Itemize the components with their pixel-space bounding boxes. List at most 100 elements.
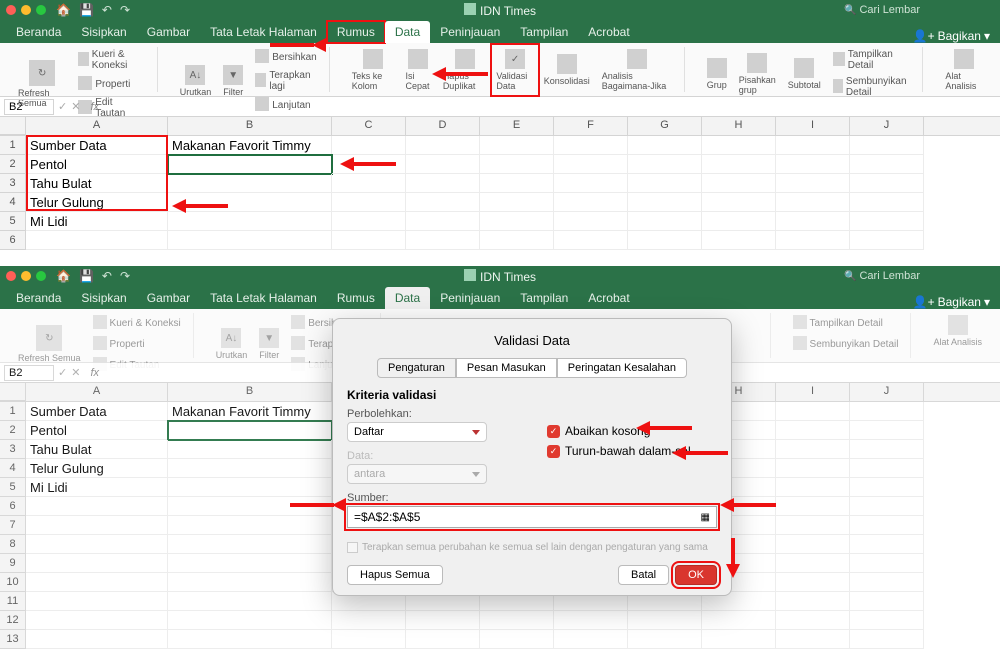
cell-A2[interactable]: Pentol bbox=[26, 155, 168, 174]
tab-tampilan[interactable]: Tampilan bbox=[510, 287, 578, 309]
share-button[interactable]: 👤+ Bagikan ▾ bbox=[913, 29, 990, 43]
search-box[interactable]: Cari Lembar bbox=[844, 270, 920, 282]
lanjutan-button[interactable]: Lanjutan bbox=[251, 95, 320, 115]
cell-A5[interactable]: Mi Lidi bbox=[26, 212, 168, 231]
sumber-label: Sumber: bbox=[347, 492, 717, 504]
minimize-window[interactable] bbox=[21, 5, 31, 15]
doc-title: IDN Times bbox=[464, 269, 536, 284]
bersihkan-button[interactable]: Bersihkan bbox=[251, 47, 320, 67]
dropdown-icon bbox=[472, 472, 480, 477]
col-B[interactable]: B bbox=[168, 117, 332, 135]
tab-tata-letak[interactable]: Tata Letak Halaman bbox=[200, 287, 327, 309]
isi-cepat-button[interactable]: Isi Cepat bbox=[401, 47, 434, 93]
pisahkan-button[interactable]: Pisahkan grup bbox=[735, 51, 780, 97]
home-icon[interactable]: 🏠 bbox=[56, 3, 71, 17]
perbolehkan-select[interactable]: Daftar bbox=[347, 422, 487, 442]
close-window[interactable] bbox=[6, 271, 16, 281]
tab-acrobat[interactable]: Acrobat bbox=[578, 287, 639, 309]
share-button[interactable]: 👤+ Bagikan ▾ bbox=[913, 295, 990, 309]
ribbon-tabs: Beranda Sisipkan Gambar Tata Letak Halam… bbox=[0, 20, 1000, 43]
name-box[interactable]: B2 bbox=[4, 365, 54, 381]
save-icon[interactable]: 💾 bbox=[79, 269, 94, 283]
dialog-tab-peringatan[interactable]: Peringatan Kesalahan bbox=[557, 358, 687, 378]
konsolidasi-button[interactable]: Konsolidasi bbox=[540, 52, 594, 88]
search-box[interactable]: Cari Lembar bbox=[844, 4, 920, 16]
range-picker-icon[interactable]: ▦ bbox=[701, 512, 710, 523]
tab-sisipkan[interactable]: Sisipkan bbox=[71, 21, 136, 43]
tab-peninjauan[interactable]: Peninjauan bbox=[430, 21, 510, 43]
col-A[interactable]: A bbox=[26, 383, 168, 401]
sumber-input[interactable]: =$A$2:$A$5▦ bbox=[347, 506, 717, 528]
col-E[interactable]: E bbox=[480, 117, 554, 135]
ok-button[interactable]: OK bbox=[675, 565, 717, 585]
teks-kolom-button[interactable]: Teks ke Kolom bbox=[348, 47, 398, 93]
col-J[interactable]: J bbox=[850, 383, 924, 401]
home-icon[interactable]: 🏠 bbox=[56, 269, 71, 283]
dialog-tab-pengaturan[interactable]: Pengaturan bbox=[377, 358, 456, 378]
properti-button[interactable]: Properti bbox=[74, 74, 148, 94]
undo-icon[interactable]: ↶ bbox=[102, 269, 112, 283]
cell-A4[interactable]: Telur Gulung bbox=[26, 193, 168, 212]
col-G[interactable]: G bbox=[628, 117, 702, 135]
cell-B1[interactable]: Makanan Favorit Timmy bbox=[168, 136, 332, 155]
col-J[interactable]: J bbox=[850, 117, 924, 135]
analisis-button[interactable]: Analisis Bagaimana-Jika bbox=[598, 47, 676, 93]
close-window[interactable] bbox=[6, 5, 16, 15]
cell-B2-selected[interactable] bbox=[168, 421, 332, 440]
cell-A1[interactable]: Sumber Data bbox=[26, 136, 168, 155]
maximize-window[interactable] bbox=[36, 5, 46, 15]
perbolehkan-label: Perbolehkan: bbox=[347, 408, 517, 420]
spreadsheet-top[interactable]: A B C D E F G H I J 1Sumber DataMakanan … bbox=[0, 117, 1000, 250]
tab-beranda[interactable]: Beranda bbox=[6, 21, 71, 43]
col-C[interactable]: C bbox=[332, 117, 406, 135]
validasi-data-button[interactable]: ✓Validasi Data bbox=[494, 47, 535, 93]
tab-sisipkan[interactable]: Sisipkan bbox=[71, 287, 136, 309]
fx-icon[interactable]: fx bbox=[90, 367, 99, 379]
abaikan-kosong-checkbox[interactable]: Abaikan kosong bbox=[547, 424, 717, 438]
cell-B2-selected[interactable] bbox=[168, 155, 332, 174]
col-I[interactable]: I bbox=[776, 383, 850, 401]
urutkan-button[interactable]: A↓Urutkan bbox=[176, 63, 216, 99]
col-H[interactable]: H bbox=[702, 117, 776, 135]
name-box[interactable]: B2 bbox=[4, 99, 54, 115]
dialog-tab-pesan-masukan[interactable]: Pesan Masukan bbox=[456, 358, 557, 378]
col-I[interactable]: I bbox=[776, 117, 850, 135]
tab-peninjauan[interactable]: Peninjauan bbox=[430, 287, 510, 309]
filter-button[interactable]: ▼Filter bbox=[219, 63, 247, 99]
tab-gambar[interactable]: Gambar bbox=[137, 21, 200, 43]
tab-acrobat[interactable]: Acrobat bbox=[578, 21, 639, 43]
tab-data[interactable]: Data bbox=[385, 21, 430, 43]
col-A[interactable]: A bbox=[26, 117, 168, 135]
tab-tata-letak[interactable]: Tata Letak Halaman bbox=[200, 21, 327, 43]
save-icon[interactable]: 💾 bbox=[79, 3, 94, 17]
tab-rumus[interactable]: Rumus bbox=[327, 287, 385, 309]
redo-icon[interactable]: ↷ bbox=[120, 3, 130, 17]
col-D[interactable]: D bbox=[406, 117, 480, 135]
data-label: Data: bbox=[347, 450, 517, 462]
batal-button[interactable]: Batal bbox=[618, 565, 669, 585]
redo-icon[interactable]: ↷ bbox=[120, 269, 130, 283]
tab-beranda[interactable]: Beranda bbox=[6, 287, 71, 309]
grup-button[interactable]: Grup bbox=[703, 56, 731, 92]
kueri-button[interactable]: Kueri & Koneksi bbox=[74, 47, 148, 73]
tampilkan-detail-button[interactable]: Tampilkan Detail bbox=[829, 47, 915, 73]
tab-rumus[interactable]: Rumus bbox=[327, 21, 385, 43]
tab-gambar[interactable]: Gambar bbox=[137, 287, 200, 309]
terapkan-button[interactable]: Terapkan lagi bbox=[251, 68, 320, 94]
fx-icon[interactable]: fx bbox=[90, 101, 99, 113]
maximize-window[interactable] bbox=[36, 271, 46, 281]
col-F[interactable]: F bbox=[554, 117, 628, 135]
hapus-duplikat-button[interactable]: Hapus Duplikat bbox=[439, 47, 491, 93]
tab-data[interactable]: Data bbox=[385, 287, 430, 309]
subtotal-button[interactable]: Subtotal bbox=[784, 56, 825, 92]
cell-A3[interactable]: Tahu Bulat bbox=[26, 174, 168, 193]
tab-tampilan[interactable]: Tampilan bbox=[510, 21, 578, 43]
sembunyikan-detail-button[interactable]: Sembunyikan Detail bbox=[829, 74, 915, 100]
minimize-window[interactable] bbox=[21, 271, 31, 281]
hapus-semua-button[interactable]: Hapus Semua bbox=[347, 565, 443, 585]
col-B[interactable]: B bbox=[168, 383, 332, 401]
turun-bawah-checkbox[interactable]: Turun-bawah dalam-sel bbox=[547, 444, 717, 458]
alat-analisis-button[interactable]: Alat Analisis bbox=[941, 47, 986, 93]
undo-icon[interactable]: ↶ bbox=[102, 3, 112, 17]
titlebar-bottom: 🏠 💾 ↶ ↷ IDN Times Cari Lembar bbox=[0, 266, 1000, 286]
